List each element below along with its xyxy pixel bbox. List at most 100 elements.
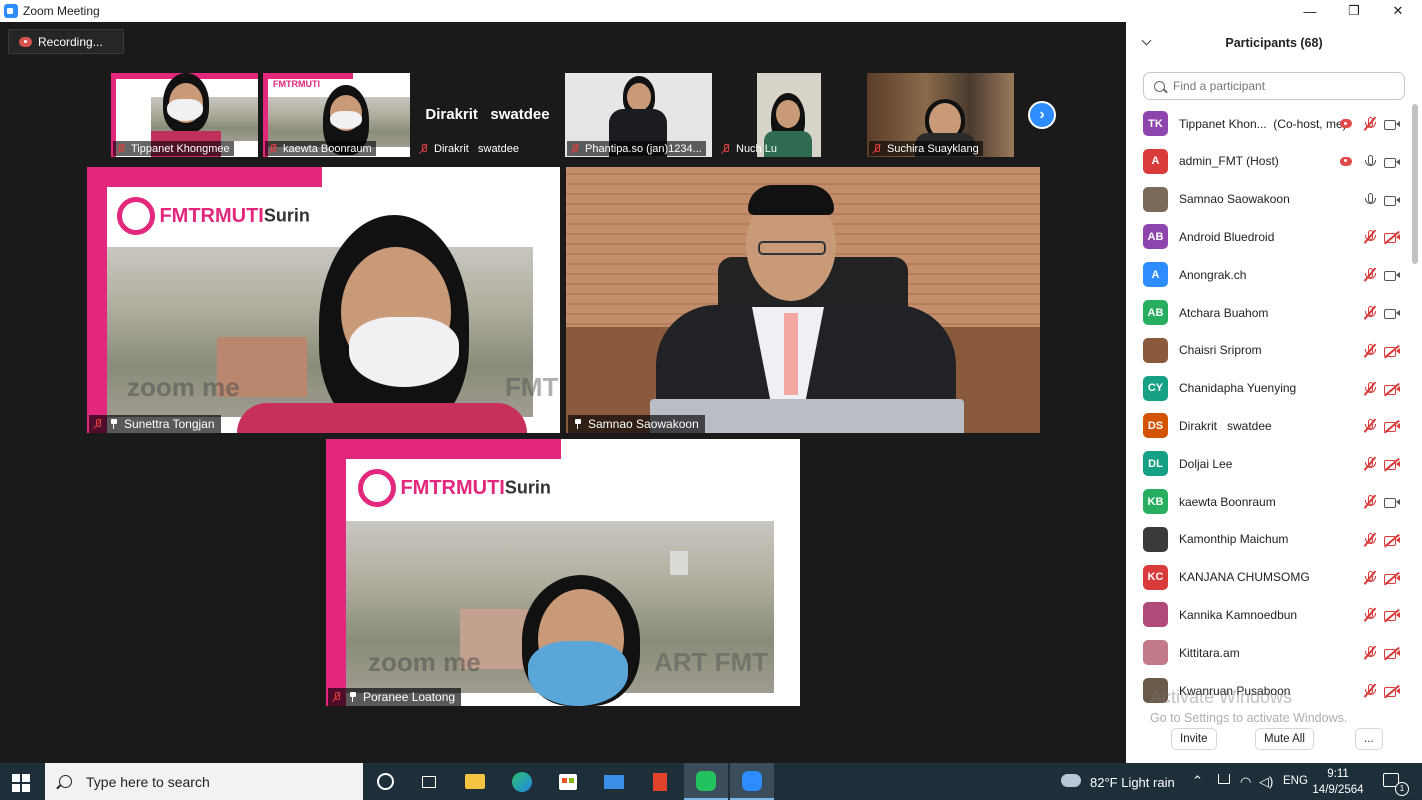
mic-muted-icon[interactable] [1363,532,1377,547]
camera-off-icon[interactable] [1383,420,1400,434]
participant-avatar [1143,602,1168,628]
thumbnail-tile[interactable]: Suchira Suayklang [867,73,1014,157]
camera-off-icon[interactable] [1383,231,1400,245]
recording-icon [19,36,32,47]
participant-row[interactable]: Aadmin_FMT (Host) [1126,143,1410,180]
store-icon[interactable] [546,763,590,800]
camera-icon[interactable] [1384,308,1400,319]
participant-row[interactable]: Kittitara.am [1126,634,1410,671]
participant-row[interactable]: DL Doljai Lee [1126,445,1410,482]
participant-row[interactable]: TK Tippanet Khon... (Co-host, me) [1126,105,1410,142]
weather-icon[interactable] [1061,774,1081,787]
participant-row[interactable]: KC KANJANA CHUMSOMG [1126,559,1410,596]
mic-muted-icon[interactable] [1363,305,1377,320]
restore-button[interactable]: ❐ [1332,0,1376,22]
thumbnail-tile[interactable]: Dirakrit swatdee Dirakrit swatdee [414,73,561,157]
mic-muted-icon [268,143,277,154]
participant-avatar: CY [1143,375,1168,401]
thumbnail-tile[interactable]: Phantipa.so (jan)1234... [565,73,712,157]
participant-name: Android Bluedroid [1179,229,1275,244]
mail-icon[interactable] [592,763,636,800]
task-view-icon[interactable] [407,763,451,800]
participant-name: Tippanet Khon... (Co-host, me) [1179,116,1347,131]
participant-row[interactable]: A Anongrak.ch [1126,256,1410,293]
input-language[interactable]: ENG [1283,775,1308,787]
camera-off-icon[interactable] [1383,344,1400,358]
next-page-button[interactable]: › [1028,101,1056,129]
cortana-icon[interactable] [363,763,407,800]
camera-off-icon[interactable] [1383,647,1400,661]
mic-muted-icon[interactable] [1363,381,1377,396]
camera-off-icon[interactable] [1383,382,1400,396]
participant-list-scrollbar[interactable] [1412,104,1418,264]
camera-off-icon[interactable] [1383,684,1400,699]
participant-row[interactable]: AB Android Bluedroid [1126,218,1410,255]
mic-muted-icon[interactable] [1363,418,1377,433]
mic-muted-icon[interactable] [1363,570,1377,585]
mic-icon[interactable] [1363,192,1377,207]
more-options-button[interactable]: ... [1355,728,1383,750]
participant-search-input[interactable] [1171,78,1395,94]
taskbar-search[interactable]: Type here to search [45,763,363,800]
taskbar-clock[interactable]: 9:11 14/9/2564 [1306,766,1370,798]
mic-muted-icon[interactable] [1363,343,1377,358]
video-tile[interactable]: Samnao Saowakoon [566,167,1040,433]
mic-muted-icon[interactable] [1363,645,1377,660]
minimize-button[interactable]: — [1288,0,1332,22]
file-explorer-icon[interactable] [453,763,497,800]
participant-row[interactable]: DS Dirakrit swatdee [1126,407,1410,444]
camera-off-icon[interactable] [1383,533,1400,547]
mic-muted-icon[interactable] [1363,607,1377,622]
participant-row[interactable]: KB kaewta Boonraum [1126,483,1410,520]
thumbnail-tile[interactable]: Nuch Lu [716,73,863,157]
participant-name: Kannika Kamnoedbun [1179,607,1298,622]
mic-muted-icon[interactable] [1363,267,1377,282]
windows-start-icon[interactable] [12,774,30,792]
participant-row[interactable]: Chaisri Sriprom [1126,332,1410,369]
recording-indicator[interactable]: Recording... [8,29,124,54]
camera-icon[interactable] [1384,195,1400,206]
camera-icon[interactable] [1384,497,1400,508]
participant-row[interactable]: CY Chanidapha Yuenying [1126,370,1410,407]
volume-icon[interactable]: ◁) [1259,774,1273,790]
participant-search[interactable] [1143,72,1405,100]
camera-off-icon[interactable] [1383,571,1400,585]
tray-overflow-chevron-icon[interactable]: ⌃ [1192,773,1203,789]
participant-row[interactable]: AB Atchara Buahom [1126,294,1410,331]
mute-all-button[interactable]: Mute All [1255,728,1314,750]
camera-icon[interactable] [1384,157,1400,168]
participant-row[interactable]: Samnao Saowakoon [1126,181,1410,218]
weather-text[interactable]: 82°F Light rain [1090,775,1175,790]
mic-muted-icon[interactable] [1363,456,1377,471]
camera-icon[interactable] [1384,119,1400,130]
mic-icon[interactable] [1363,154,1377,169]
mic-muted-icon [332,692,341,702]
close-button[interactable]: ✕ [1376,0,1420,22]
video-tile[interactable]: FMTRMUTISurin zoom me FMT Sunettra Tongj… [87,167,560,433]
camera-icon[interactable] [1384,270,1400,282]
thumbnail-tile[interactable]: Tippanet Khongmee [111,73,258,157]
participant-row[interactable]: Kamonthip Maichum [1126,521,1410,558]
thumbnail-tile[interactable]: FMTRMUTI kaewta Boonraum [263,73,410,157]
camera-off-icon[interactable] [1383,458,1400,472]
invite-button[interactable]: Invite [1171,728,1217,750]
line-app-icon[interactable] [684,763,728,800]
wifi-icon[interactable]: ◠ [1240,774,1251,790]
office-icon[interactable] [638,763,682,800]
window-title: Zoom Meeting [23,4,100,18]
background-watermark: zoom me [127,372,240,402]
zoom-taskbar-icon[interactable] [730,763,774,800]
thumbnail-name: Tippanet Khongmee [113,141,234,156]
mic-muted-icon[interactable] [1363,494,1377,509]
network-icon[interactable] [1218,774,1232,786]
edge-browser-icon[interactable] [500,763,544,800]
mic-muted-icon[interactable] [1363,683,1377,698]
mic-muted-icon[interactable] [1363,116,1377,131]
camera-off-icon[interactable] [1383,609,1400,623]
participant-avatar: A [1143,262,1168,288]
participant-row[interactable]: Kannika Kamnoedbun [1126,596,1410,633]
video-tile[interactable]: FMTRMUTISurin zoom me ART FMT Poranee Lo… [326,439,800,706]
participant-avatar: KB [1143,489,1168,514]
participant-name: admin_FMT (Host) [1179,154,1279,169]
mic-muted-icon[interactable] [1363,229,1377,244]
